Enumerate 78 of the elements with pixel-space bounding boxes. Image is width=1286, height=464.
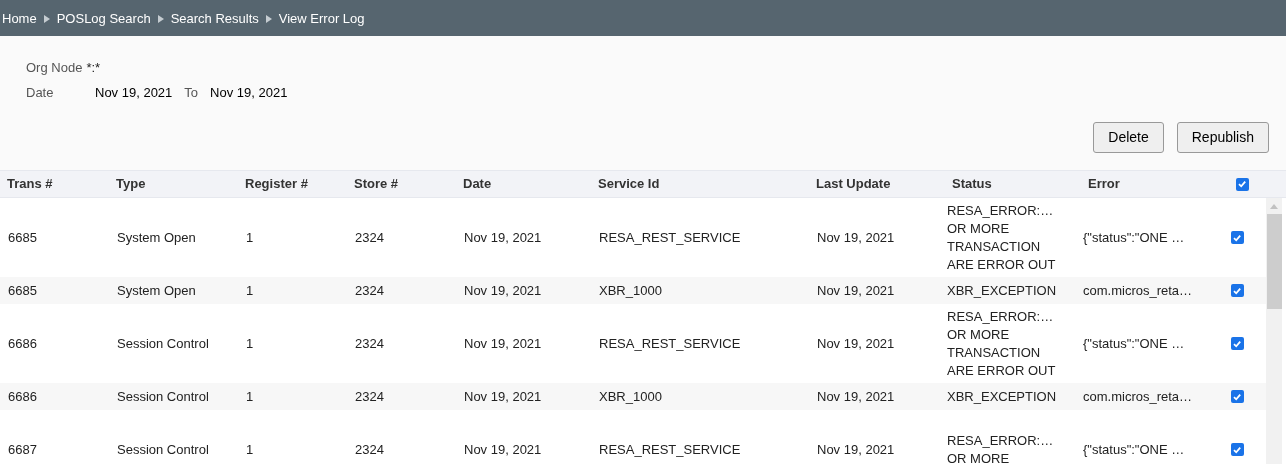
breadcrumb-link[interactable]: Home: [2, 9, 37, 29]
checkbox[interactable]: [1230, 390, 1244, 403]
table-cell-text: 1: [245, 228, 255, 247]
table-cell-text: 2324: [354, 440, 385, 459]
delete-button[interactable]: Delete: [1093, 122, 1164, 153]
date-value: Nov 19, 2021: [210, 83, 288, 102]
field-value: *:*: [86, 59, 101, 77]
scrollbar[interactable]: [1266, 198, 1282, 464]
table-cell-text: Nov 19, 2021: [463, 228, 543, 247]
table-cell-text: 6687: [7, 440, 38, 459]
table-cell-text: 6685: [7, 228, 38, 247]
separator-icon: [265, 15, 272, 23]
table-cell-text: 1: [245, 334, 255, 353]
table-cell-text: Nov 19, 2021: [463, 334, 543, 353]
separator-icon: [43, 15, 50, 23]
table-cell-text: RESA_REST_SERVICE: [598, 440, 742, 459]
table-cell-text: {"status":"ONE …: [1082, 228, 1186, 247]
table-cell-text: Nov 19, 2021: [816, 440, 896, 459]
table-cell-text: 1: [245, 387, 255, 406]
table-cell-text: {"status":"ONE …: [1082, 334, 1186, 353]
table-cell-text: Session Control: [116, 387, 210, 406]
table-cell-text: XBR_1000: [598, 387, 663, 406]
checkbox[interactable]: [1230, 284, 1244, 297]
table-row[interactable]: 6685 System Open 1 2324 Nov 19, 2021 XBR_1000 Nov 19, 2021 XBR_EXCEPTION com.micros_reta…: [0, 277, 1266, 304]
table-cell-text: Session Control: [116, 440, 210, 459]
table-cell-text: 2324: [354, 281, 385, 300]
field-label: Date: [26, 83, 55, 102]
table-cell-text: com.micros_reta…: [1082, 281, 1194, 300]
table-cell-text: Nov 19, 2021: [816, 387, 896, 406]
breadcrumb-link[interactable]: POSLog Search: [56, 9, 151, 29]
status-cell-text: RESA_ERROR:… OR MORE TRANSACTION ARE ERROR OUT: [946, 201, 1057, 274]
breadcrumb-link[interactable]: Search Results: [170, 9, 259, 29]
separator-icon: [157, 15, 164, 23]
status-cell-text: XBR_EXCEPTION: [946, 387, 1058, 406]
republish-button[interactable]: Republish: [1176, 122, 1269, 153]
field-label: Org Node: [26, 59, 83, 77]
table-cell-text: {"status":"ONE …: [1082, 440, 1186, 459]
table-cell-text: Nov 19, 2021: [463, 440, 543, 459]
breadcrumb-link[interactable]: View Error Log: [278, 9, 365, 29]
table-cell-text: System Open: [116, 228, 197, 247]
column-header: Date: [462, 175, 493, 194]
table-row[interactable]: 6686 Session Control 1 2324 Nov 19, 2021 XBR_1000 Nov 19, 2021 XBR_EXCEPTION com.micros_reta…: [0, 383, 1266, 410]
table-cell-text: 6686: [7, 334, 38, 353]
column-header: Status: [951, 175, 993, 194]
table-cell-text: 2324: [354, 228, 385, 247]
checkbox[interactable]: [1230, 337, 1244, 350]
status-cell-text: RESA_ERROR:… OR MORE: [946, 431, 1055, 464]
table-cell-text: Nov 19, 2021: [816, 334, 896, 353]
table-cell-text: 6686: [7, 387, 38, 406]
column-header: Error: [1087, 175, 1121, 194]
table-cell-text: RESA_REST_SERVICE: [598, 334, 742, 353]
column-header: Service Id: [597, 175, 661, 194]
table-cell-text: Nov 19, 2021: [463, 387, 543, 406]
table-cell-text: 1: [245, 281, 255, 300]
date-value: Nov 19, 2021: [95, 83, 173, 102]
field-label: To: [184, 83, 199, 102]
status-cell-text: XBR_EXCEPTION: [946, 281, 1058, 300]
table-cell-text: 2324: [354, 334, 385, 353]
table-cell-text: RESA_REST_SERVICE: [598, 228, 742, 247]
table-cell-text: 2324: [354, 387, 385, 406]
column-header: Register #: [244, 175, 309, 194]
column-header: Type: [115, 175, 147, 194]
table-cell-text: Session Control: [116, 334, 210, 353]
checkbox[interactable]: [1235, 177, 1249, 191]
column-header: Trans #: [6, 175, 54, 194]
checkbox[interactable]: [1230, 443, 1244, 456]
status-cell-text: RESA_ERROR:… OR MORE TRANSACTION ARE ERROR OUT: [946, 307, 1057, 380]
table-cell-text: Nov 19, 2021: [816, 228, 896, 247]
column-header: Last Update: [815, 175, 892, 194]
checkbox[interactable]: [1230, 231, 1244, 244]
table-cell-text: Nov 19, 2021: [816, 281, 896, 300]
table-cell-text: 1: [245, 440, 255, 459]
column-header: Store #: [353, 175, 400, 194]
table-cell-text: System Open: [116, 281, 197, 300]
table-cell-text: com.micros_reta…: [1082, 387, 1194, 406]
table-cell-text: Nov 19, 2021: [463, 281, 543, 300]
table-cell-text: 6685: [7, 281, 38, 300]
table-cell-text: XBR_1000: [598, 281, 663, 300]
